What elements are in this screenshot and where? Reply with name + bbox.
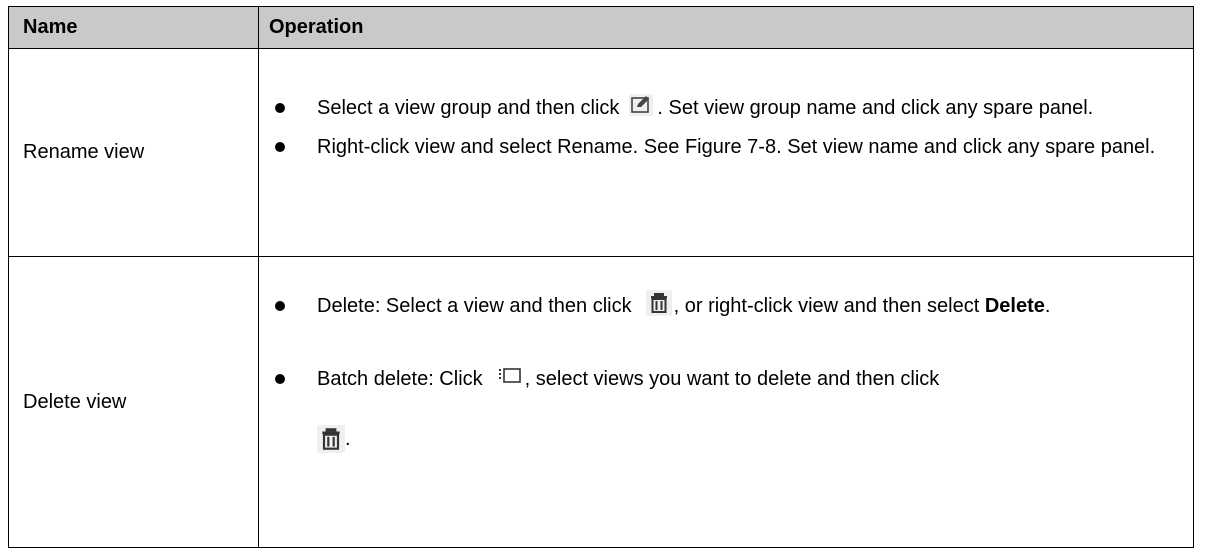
list-item: Select a view group and then click. Set … [269, 87, 1177, 129]
list-item: Right-click view and select Rename. See … [269, 131, 1177, 163]
header-name: Name [9, 7, 259, 48]
bullet-dot [275, 142, 285, 152]
list-item: Batch delete: Click, select views you wa… [269, 349, 1177, 469]
trash-icon [645, 290, 672, 316]
row-name-delete: Delete view [9, 257, 259, 547]
operation-table: Name Operation Rename view Select a view… [8, 6, 1194, 548]
bullet-dot [275, 103, 285, 113]
header-operation: Operation [269, 16, 364, 38]
table-row: Delete view Delete: Select a view and th… [9, 257, 1193, 547]
row-operation-delete: Delete: Select a view and then click, or… [259, 257, 1193, 547]
trash-icon [317, 425, 345, 453]
bullet-dot [275, 301, 285, 311]
batch-select-icon [497, 365, 523, 389]
edit-icon [629, 94, 654, 116]
table-header-row: Name Operation [9, 7, 1193, 49]
row-name-rename: Rename view [9, 49, 259, 256]
row-operation-rename: Select a view group and then click. Set … [259, 49, 1193, 256]
list-item: Delete: Select a view and then click, or… [269, 279, 1177, 333]
table-row: Rename view Select a view group and then… [9, 49, 1193, 257]
bullet-dot [275, 374, 285, 384]
